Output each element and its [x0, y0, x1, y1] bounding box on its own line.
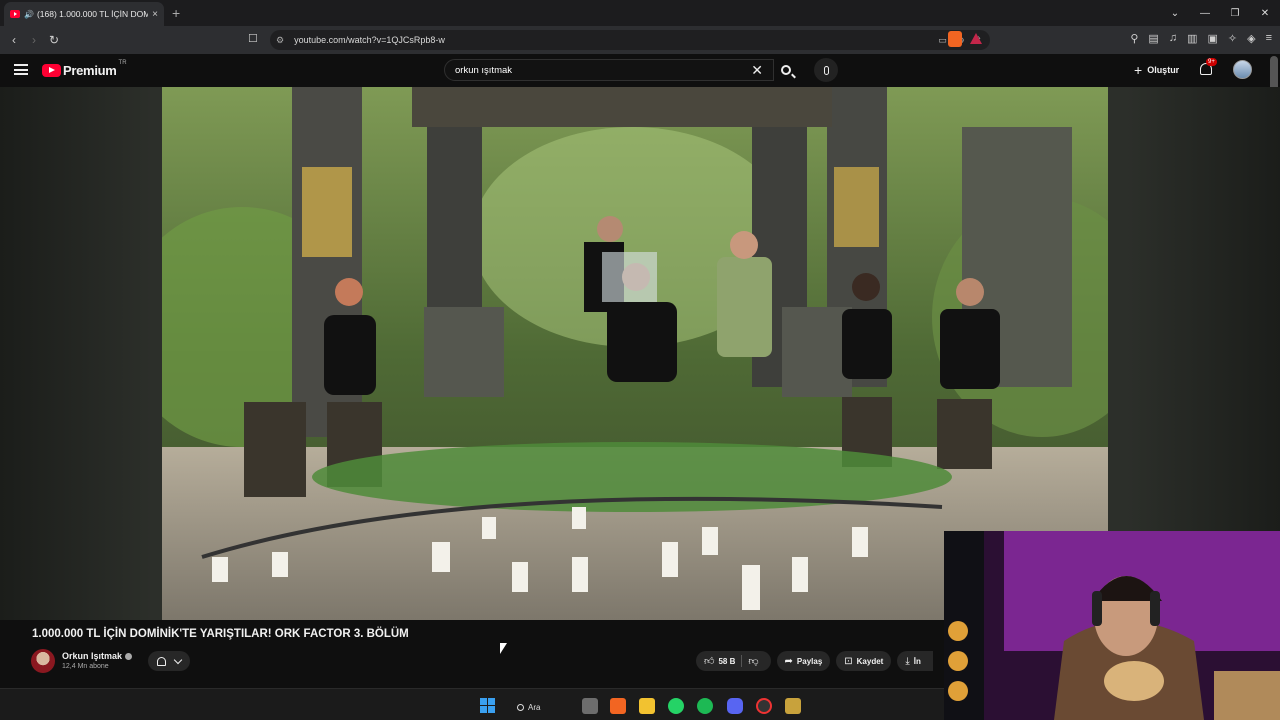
subscription-notifications-button[interactable] [148, 651, 190, 671]
bell-icon [156, 656, 166, 666]
window-controls: ⌄ — ❐ ✕ [1160, 0, 1280, 26]
whatsapp-icon[interactable] [668, 698, 684, 714]
logo-text: Premium [63, 63, 117, 78]
verified-icon [125, 653, 133, 661]
restore-button[interactable]: ❐ [1220, 8, 1250, 19]
like-count[interactable]: 58 B [718, 657, 735, 666]
reload-icon[interactable]: ↻ [44, 33, 64, 47]
clear-search-icon[interactable]: ✕ [751, 62, 763, 79]
save-button[interactable]: ⊡ Kaydet [836, 651, 892, 671]
game-launcher-icon[interactable] [785, 698, 801, 714]
leo-ai-icon[interactable]: ✧ [1228, 32, 1237, 45]
close-window-button[interactable]: ✕ [1250, 8, 1280, 19]
start-button[interactable] [480, 698, 495, 713]
youtube-logo-icon [42, 64, 61, 77]
app-icon[interactable] [756, 698, 772, 714]
windows-taskbar: Ara [0, 688, 944, 720]
browser-tab[interactable]: 🔊 (168) 1.000.000 TL İÇİN DOMİ × [4, 2, 164, 26]
channel-name[interactable]: Orkun Işıtmak [62, 651, 133, 661]
voice-search-button[interactable] [814, 58, 838, 82]
speaker-icon[interactable]: 🔊 [24, 10, 34, 19]
brave-shields-icon[interactable] [948, 31, 962, 47]
brave-browser-icon[interactable] [610, 698, 626, 714]
create-button[interactable]: + Oluştur [1134, 62, 1179, 78]
notifications-badge: 9+ [1206, 58, 1217, 66]
search-icon [781, 65, 791, 75]
like-dislike-group: 👍︎ 58 B 👎︎ [696, 651, 771, 671]
minimize-button[interactable]: — [1190, 8, 1220, 19]
browser-tabstrip: 🔊 (168) 1.000.000 TL İÇİN DOMİ × + ⌄ — ❐… [0, 0, 1280, 26]
new-tab-button[interactable]: + [172, 5, 180, 21]
taskbar-search[interactable]: Ara [517, 698, 569, 716]
create-label: Oluştur [1147, 65, 1180, 75]
tab-title: (168) 1.000.000 TL İÇİN DOMİ [36, 9, 149, 19]
task-view-icon[interactable] [582, 698, 598, 714]
bookmark-icon[interactable]: ☐ [248, 32, 258, 45]
site-info-icon[interactable]: ⚙ [276, 35, 284, 46]
download-icon: ⤓ [905, 655, 910, 667]
microphone-icon [823, 65, 829, 75]
like-icon[interactable]: 👍︎ [704, 655, 714, 667]
reader-icon[interactable]: ▤ [1148, 32, 1158, 45]
webcam-overlay [944, 531, 1280, 720]
youtube-favicon-icon [10, 10, 20, 18]
channel-name-text: Orkun Işıtmak [62, 651, 123, 661]
subscriber-count: 12,4 Mn abone [62, 663, 109, 670]
forward-icon[interactable]: › [24, 33, 44, 47]
discord-icon[interactable] [727, 698, 743, 714]
share-button[interactable]: ➦ Paylaş [776, 651, 831, 671]
guide-menu-icon[interactable] [14, 64, 28, 75]
tab-search-icon[interactable]: ⌄ [1160, 8, 1190, 19]
sidebar-icon[interactable]: ▥ [1187, 32, 1197, 45]
address-bar[interactable]: ⚙ youtube.com/watch?v=1QJCsRpb8-w ▭ ⊖ ⇪ [270, 30, 990, 50]
dislike-icon[interactable]: 👎︎ [748, 655, 758, 667]
spotify-icon[interactable] [697, 698, 713, 714]
music-icon[interactable]: ♫ [1169, 32, 1177, 45]
youtube-header: Premium TR orkun ışıtmak ✕ + Oluştur 9+ [0, 54, 1280, 87]
plus-icon: + [1134, 62, 1143, 78]
extensions-icon[interactable]: ⚲ [1130, 32, 1138, 45]
wallet-icon[interactable]: ▣ [1207, 32, 1217, 45]
channel-avatar[interactable] [31, 649, 55, 673]
download-button[interactable]: ⤓ İn [897, 651, 934, 671]
search-icon [517, 703, 524, 711]
back-icon[interactable]: ‹ [4, 33, 24, 47]
cast-icon[interactable]: ▭ [938, 35, 947, 46]
video-title: 1.000.000 TL İÇİN DOMİNİK'TE YARIŞTILAR!… [32, 628, 409, 640]
browser-toolbar: ‹ › ↻ ☐ ⚙ youtube.com/watch?v=1QJCsRpb8-… [0, 26, 1280, 54]
taskbar-search-label: Ara [528, 702, 541, 712]
mouse-cursor [500, 643, 507, 665]
file-explorer-icon[interactable] [639, 698, 655, 714]
extensions-bar: ⚲ ▤ ♫ ▥ ▣ ✧ ◈ ≡ [1130, 32, 1272, 45]
vpn-icon[interactable]: ◈ [1247, 32, 1255, 45]
account-avatar[interactable] [1233, 60, 1252, 79]
region-code: TR [118, 60, 127, 66]
divider [741, 655, 743, 667]
share-label: Paylaş [796, 656, 823, 666]
download-label: İn [913, 656, 921, 666]
webcam-frame [944, 531, 1280, 720]
share-arrow-icon: ➦ [784, 655, 793, 667]
bookmark-save-icon: ⊡ [844, 655, 853, 667]
close-tab-icon[interactable]: × [152, 9, 158, 20]
url-text: youtube.com/watch?v=1QJCsRpb8-w [294, 35, 445, 45]
chevron-down-icon [174, 655, 183, 664]
save-label: Kaydet [856, 656, 884, 666]
brave-rewards-icon[interactable] [970, 33, 982, 44]
video-actions: 👍︎ 58 B 👎︎ ➦ Paylaş ⊡ Kaydet ⤓ İn [696, 651, 934, 671]
search-input[interactable]: orkun ışıtmak ✕ [444, 59, 774, 81]
search-query: orkun ışıtmak [455, 64, 513, 76]
menu-icon[interactable]: ≡ [1266, 32, 1272, 45]
search-button[interactable] [772, 59, 800, 81]
youtube-premium-logo[interactable]: Premium TR [42, 60, 127, 78]
